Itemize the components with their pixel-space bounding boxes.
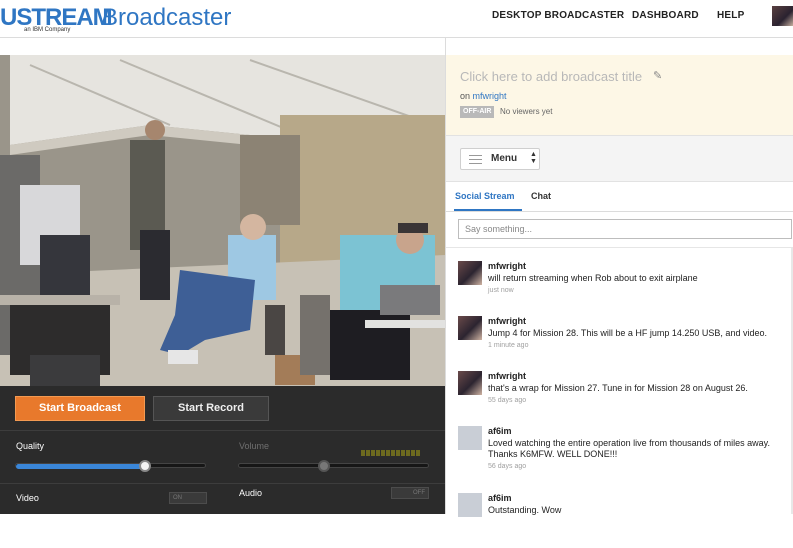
message-user[interactable]: mfwright — [488, 371, 526, 381]
message-text: Loved watching the entire operation live… — [488, 438, 770, 459]
user-avatar[interactable] — [772, 6, 793, 26]
audio-label: Audio — [239, 488, 263, 498]
stream-message: mfwright will return streaming when Rob … — [446, 261, 793, 316]
stream-message: mfwright that's a wrap for Mission 27. T… — [446, 371, 793, 426]
video-toggle-state: ON — [173, 495, 182, 501]
volume-label: Volume — [239, 441, 270, 451]
stream-message: af6im Loved watching the entire operatio… — [446, 426, 793, 481]
channel-link[interactable]: mfwright — [473, 91, 507, 101]
hamburger-icon — [469, 155, 482, 164]
avatar[interactable] — [458, 371, 482, 395]
message-text: that's a wrap for Mission 27. Tune in fo… — [488, 383, 748, 393]
stream-tabs: Social Stream Chat — [446, 182, 793, 212]
message-text: Outstanding. Wow — [488, 505, 562, 515]
divider — [0, 430, 445, 431]
divider — [446, 247, 793, 248]
audio-toggle[interactable]: OFF — [391, 487, 429, 499]
social-panel: Click here to add broadcast title ✎ on m… — [445, 38, 793, 517]
audio-toggle-state: OFF — [413, 490, 425, 496]
channel-prefix: on — [460, 91, 471, 101]
video-top-strip — [0, 39, 445, 55]
message-time: 56 days ago — [488, 463, 527, 470]
menu-bar: Menu ▲ ▼ — [446, 135, 793, 182]
video-label: Video — [16, 493, 39, 503]
volume-slider-handle[interactable] — [317, 460, 330, 472]
audio-level-meter — [361, 443, 421, 456]
broadcast-controls-panel: Start Broadcast Start Record Quality Vol… — [0, 386, 445, 514]
message-text: Jump 4 for Mission 28. This will be a HF… — [488, 328, 767, 338]
logo-tagline: an IBM Company — [24, 27, 71, 33]
quality-label: Quality — [16, 441, 45, 451]
broadcast-title-field[interactable]: Click here to add broadcast title — [460, 69, 642, 84]
quality-slider-fill — [16, 464, 145, 469]
say-something-input[interactable]: Say something... — [458, 219, 792, 239]
avatar[interactable] — [458, 426, 482, 450]
top-bar: USTREAM Broadcaster an IBM Company DESKT… — [0, 0, 793, 38]
menu-button[interactable]: Menu ▲ ▼ — [460, 148, 540, 170]
avatar[interactable] — [458, 493, 482, 517]
video-preview — [0, 55, 445, 386]
message-user[interactable]: af6im — [488, 493, 512, 503]
message-time: 55 days ago — [488, 397, 527, 404]
nav-dashboard[interactable]: DASHBOARD — [632, 10, 699, 21]
quality-slider-handle[interactable] — [138, 460, 151, 472]
video-toggle[interactable]: ON — [169, 492, 207, 504]
tab-social-stream[interactable]: Social Stream — [455, 191, 515, 201]
message-text: will return streaming when Rob about to … — [488, 273, 698, 283]
nav-help[interactable]: HELP — [717, 10, 744, 21]
logo-product-name: Broadcaster — [102, 4, 232, 31]
menu-label: Menu — [491, 153, 518, 164]
chevron-updown-icon: ▲ ▼ — [530, 151, 537, 165]
channel-line: on mfwright — [460, 91, 507, 101]
avatar[interactable] — [458, 261, 482, 285]
status-badge: OFF-AIR — [460, 106, 495, 118]
video-scene-image — [0, 55, 445, 386]
viewer-count: No viewers yet — [500, 107, 553, 116]
message-user[interactable]: af6im — [488, 426, 512, 436]
volume-slider-track[interactable] — [238, 463, 429, 468]
divider — [0, 483, 445, 484]
message-user[interactable]: mfwright — [488, 316, 526, 326]
avatar[interactable] — [458, 316, 482, 340]
pencil-icon[interactable]: ✎ — [653, 69, 662, 82]
message-time: just now — [488, 287, 514, 294]
message-time: 1 minute ago — [488, 342, 529, 349]
active-tab-indicator — [454, 209, 522, 211]
tab-chat[interactable]: Chat — [531, 191, 551, 201]
start-record-button[interactable]: Start Record — [153, 396, 269, 421]
broadcast-info: Click here to add broadcast title ✎ on m… — [446, 55, 793, 135]
start-broadcast-button[interactable]: Start Broadcast — [15, 396, 145, 421]
stream-message: mfwright Jump 4 for Mission 28. This wil… — [446, 316, 793, 371]
message-user[interactable]: mfwright — [488, 261, 526, 271]
nav-desktop-broadcaster[interactable]: DESKTOP BROADCASTER — [492, 10, 624, 21]
stream-message: af6im Outstanding. Wow — [446, 493, 793, 548]
